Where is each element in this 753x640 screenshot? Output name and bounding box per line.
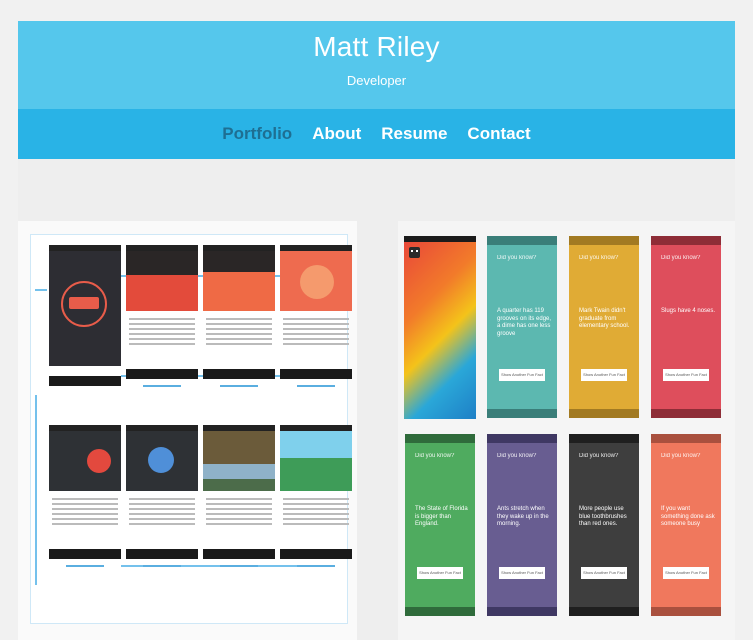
fact-text: If you want something done ask someone b… bbox=[661, 506, 715, 527]
main-nav: Portfolio About Resume Contact bbox=[18, 109, 735, 159]
portfolio-item-storyboard[interactable] bbox=[18, 221, 357, 640]
fact-card: Did you know? Ants stretch when they wak… bbox=[487, 434, 557, 616]
storyboard-frame bbox=[203, 245, 275, 393]
nav-portfolio[interactable]: Portfolio bbox=[222, 124, 292, 144]
fact-question: Did you know? bbox=[579, 255, 619, 261]
portfolio-item-fun-facts[interactable]: Did you know? A quarter has 119 grooves … bbox=[398, 221, 735, 640]
fact-card: Did you know? If you want something done… bbox=[651, 434, 721, 616]
fact-text: A quarter has 119 grooves on its edge, a… bbox=[497, 308, 552, 337]
site-header: Matt Riley Developer bbox=[18, 21, 735, 109]
show-fact-button[interactable]: Show Another Fun Fact bbox=[581, 369, 627, 381]
show-fact-button[interactable]: Show Another Fun Fact bbox=[499, 567, 545, 579]
storyboard-frame bbox=[203, 425, 275, 573]
storyboard-frame bbox=[49, 425, 121, 573]
fact-text: Slugs have 4 noses. bbox=[661, 308, 716, 314]
fact-text: More people use blue toothbrushes than r… bbox=[579, 506, 627, 527]
nav-contact[interactable]: Contact bbox=[467, 124, 530, 144]
fact-card: Did you know? A quarter has 119 grooves … bbox=[487, 236, 557, 418]
page: Matt Riley Developer Portfolio About Res… bbox=[18, 21, 735, 640]
show-fact-button[interactable]: Show Another Fun Fact bbox=[417, 567, 463, 579]
fact-card: Did you know? The State of Florida is bi… bbox=[405, 434, 475, 616]
storyboard-frame bbox=[280, 425, 352, 573]
show-fact-button[interactable]: Show Another Fun Fact bbox=[663, 369, 709, 381]
fact-question: Did you know? bbox=[497, 255, 537, 261]
show-fact-button[interactable]: Show Another Fun Fact bbox=[581, 567, 627, 579]
phone-screen bbox=[404, 236, 476, 419]
storyboard-frame bbox=[49, 245, 121, 386]
storyboard-image bbox=[30, 234, 352, 624]
storyboard-frame bbox=[126, 425, 198, 573]
fact-question: Did you know? bbox=[497, 453, 537, 459]
fact-text: The State of Florida is bigger than Engl… bbox=[415, 506, 468, 527]
storyboard-frame bbox=[126, 245, 198, 393]
nav-about[interactable]: About bbox=[312, 124, 361, 144]
show-fact-button[interactable]: Show Another Fun Fact bbox=[499, 369, 545, 381]
fact-question: Did you know? bbox=[579, 453, 619, 459]
site-title: Matt Riley bbox=[313, 31, 440, 62]
android-icon bbox=[409, 247, 420, 258]
fact-text: Ants stretch when they wake up in the mo… bbox=[497, 506, 549, 527]
storyboard-frame bbox=[280, 245, 352, 393]
site-subtitle: Developer bbox=[346, 73, 407, 88]
fact-question: Did you know? bbox=[661, 453, 701, 459]
show-fact-button[interactable]: Show Another Fun Fact bbox=[663, 567, 709, 579]
fact-question: Did you know? bbox=[661, 255, 701, 261]
fact-question: Did you know? bbox=[415, 453, 455, 459]
fact-text: Mark Twain didn't graduate from elementa… bbox=[579, 308, 630, 329]
fact-card: Did you know? More people use blue tooth… bbox=[569, 434, 639, 616]
fact-card: Did you know? Slugs have 4 noses. Show A… bbox=[651, 236, 721, 418]
nav-resume[interactable]: Resume bbox=[381, 124, 447, 144]
fact-card: Did you know? Mark Twain didn't graduate… bbox=[569, 236, 639, 418]
